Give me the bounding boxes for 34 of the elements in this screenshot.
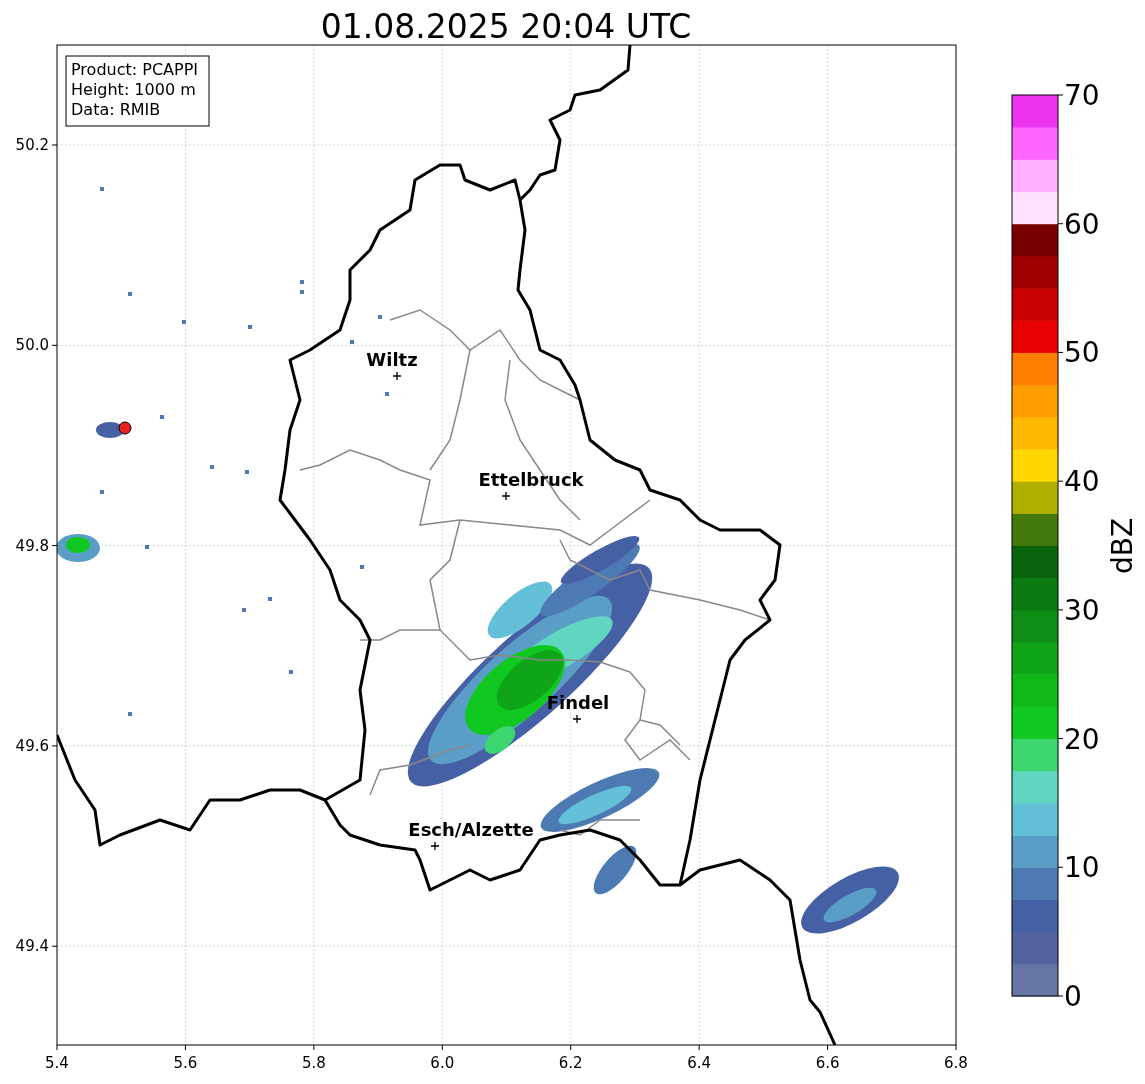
y-tick-label: 49.4 — [15, 937, 49, 956]
colorbar-tick-label: 60 — [1064, 207, 1100, 241]
city-marker-icon — [430, 841, 440, 851]
colorbar-label: dBZ — [1106, 517, 1139, 575]
city-marker-icon — [501, 491, 511, 501]
info-line: Product: PCAPPI — [71, 60, 198, 79]
y-tick-label: 49.8 — [15, 536, 49, 555]
x-tick-label: 6.4 — [687, 1054, 712, 1072]
x-tick-label: 6.0 — [430, 1054, 455, 1072]
colorbar-tick-label: 30 — [1064, 593, 1100, 627]
colorbar-tick-label: 50 — [1064, 336, 1100, 370]
x-tick-label: 6.6 — [815, 1054, 840, 1072]
x-tick-label: 5.8 — [301, 1054, 326, 1072]
y-tick-label: 50.0 — [15, 336, 49, 355]
x-tick-label: 5.4 — [45, 1054, 69, 1072]
city-marker-icon — [572, 714, 582, 724]
city-label: Ettelbruck — [478, 469, 584, 490]
x-tick-label: 6.8 — [944, 1054, 968, 1072]
colorbar-tick-label: 70 — [1064, 79, 1100, 112]
colorbar-tick-label: 20 — [1064, 722, 1100, 756]
chart-title: 01.08.2025 20:04 UTC — [320, 7, 692, 46]
city-label: Wiltz — [366, 349, 418, 370]
y-tick-label: 50.2 — [15, 136, 49, 154]
x-tick-label: 5.6 — [173, 1054, 198, 1072]
info-line: Data: RMIB — [71, 100, 161, 119]
city-marker-icon — [392, 371, 402, 381]
info-line: Height: 1000 m — [71, 80, 196, 99]
city-label: Esch/Alzette — [408, 819, 534, 840]
x-tick-label: 6.2 — [558, 1054, 583, 1072]
colorbar-tick-label: 0 — [1064, 980, 1082, 1013]
y-tick-label: 49.6 — [15, 736, 49, 755]
colorbar-tick-label: 40 — [1064, 465, 1100, 499]
colorbar-tick-label: 10 — [1064, 851, 1100, 885]
radar-site-icon — [118, 421, 132, 435]
